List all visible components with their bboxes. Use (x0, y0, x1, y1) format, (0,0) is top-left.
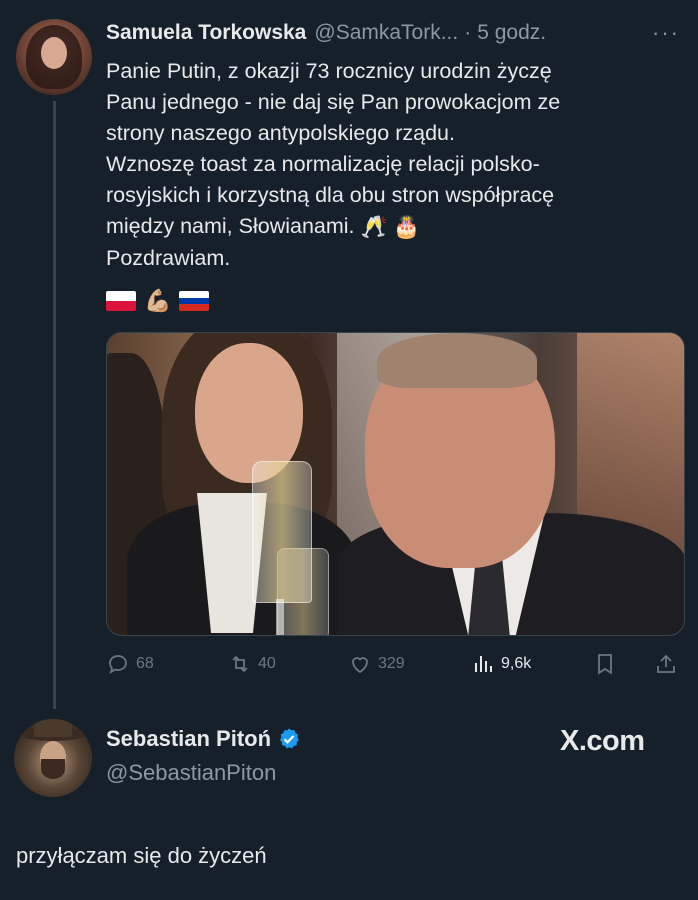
bookmark-button[interactable] (593, 650, 617, 678)
tweet-media-photo[interactable] (106, 332, 685, 636)
retweet-button[interactable]: 40 (228, 650, 276, 678)
views-chart-icon (475, 656, 492, 672)
photo-glass-stem (276, 599, 284, 635)
verified-badge-icon (280, 728, 299, 749)
emoji-line: 💪🏼 (106, 288, 217, 314)
tweet-actions: 68 40 329 9,6k (106, 650, 683, 678)
thread-connector-line (53, 101, 56, 709)
reply-icon (109, 655, 127, 674)
photo-champagne-glass (252, 461, 312, 603)
share-icon (657, 654, 675, 673)
reply-author-handle[interactable]: @SebastianPiton (106, 760, 276, 786)
author-handle[interactable]: @SamkaTork... (314, 21, 458, 45)
tweet-text: Panie Putin, z okazji 73 rocznicy urodzi… (106, 56, 676, 274)
photo-man-hair (377, 333, 537, 388)
bookmark-icon (598, 654, 612, 675)
avatar-face (41, 37, 67, 69)
tweet-body: Panie Putin, z okazji 73 rocznicy urodzi… (106, 59, 561, 238)
avatar-hat-top (34, 719, 72, 737)
reply-count: 68 (136, 655, 154, 672)
share-button[interactable] (654, 650, 678, 678)
retweet-icon (232, 655, 248, 673)
reply-author-name[interactable]: Sebastian Pitoń (106, 726, 271, 752)
reply-button[interactable]: 68 (106, 650, 154, 678)
russian-flag-icon (179, 291, 210, 311)
separator-dot: · (464, 21, 472, 44)
avatar-beard (41, 759, 65, 779)
more-options-icon[interactable]: ··· (652, 20, 680, 46)
like-count: 329 (378, 655, 405, 672)
tweet-header: Samuela Torkowska @SamkaTork... · 5 godz… (106, 18, 546, 48)
tweet-signoff: Pozdrawiam. (106, 245, 231, 270)
tweet-time[interactable]: 5 godz. (477, 21, 546, 45)
heart-icon (352, 657, 368, 674)
reply-author-header: Sebastian Pitoń (106, 726, 301, 752)
avatar-sebastian[interactable] (14, 719, 92, 797)
x-com-brand-logo: X.com (560, 725, 645, 757)
flexed-biceps-icon: 💪🏼 (144, 288, 172, 313)
like-button[interactable]: 329 (348, 650, 405, 678)
views-button[interactable]: 9,6k (471, 650, 531, 678)
avatar-samuela[interactable] (16, 19, 92, 95)
retweet-count: 40 (258, 655, 276, 672)
polish-flag-icon (106, 291, 136, 311)
reply-text: przyłączam się do życzeń (16, 843, 267, 868)
view-count: 9,6k (501, 655, 532, 672)
author-name[interactable]: Samuela Torkowska (106, 21, 306, 45)
champagne-cake-emoji: 🥂 🎂 (360, 214, 421, 239)
